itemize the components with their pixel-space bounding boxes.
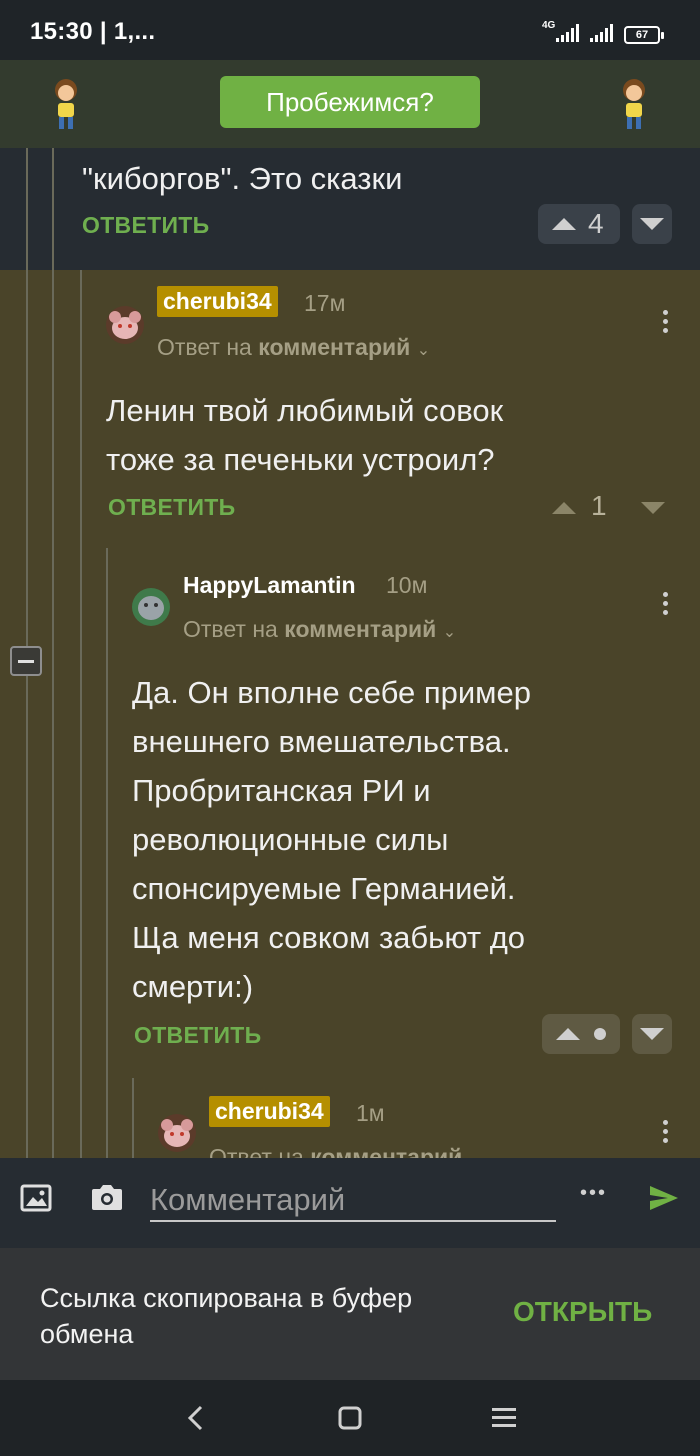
comment-text-line: Ща меня совком забьют до: [132, 920, 526, 955]
upvote-icon: [552, 218, 576, 230]
comment-text-line: спонсируемые Германией.: [132, 871, 516, 906]
reply-to-prefix: Ответ на: [183, 616, 278, 642]
reply-to-line[interactable]: Ответ на комментарий ⌄: [157, 334, 430, 361]
snackbar: Ссылка скопирована в буфер обмена ОТКРЫТ…: [0, 1248, 700, 1380]
thread-line[interactable]: [132, 1078, 134, 1158]
more-icon[interactable]: •••: [580, 1182, 607, 1205]
reply-button[interactable]: ОТВЕТИТЬ: [108, 494, 235, 521]
comment-text-line: Да. Он вполне себе пример: [132, 675, 531, 710]
chevron-down-icon: ⌄: [416, 342, 431, 359]
camera-icon[interactable]: [90, 1182, 124, 1212]
send-icon[interactable]: [648, 1184, 680, 1212]
downvote-icon[interactable]: [641, 502, 665, 514]
comments-feed[interactable]: "киборгов". Это сказки ОТВЕТИТЬ 4 cherub…: [0, 148, 700, 1158]
vote-score: 4: [588, 208, 604, 239]
avatar[interactable]: [106, 306, 144, 344]
reply-to-line[interactable]: Ответ на комментарий: [209, 1144, 462, 1158]
signal-icon-2: [590, 24, 613, 42]
app-top-bar: Пробежимся?: [0, 60, 700, 148]
rat-avatar-icon: [158, 1114, 196, 1152]
username-badge[interactable]: cherubi34: [157, 286, 278, 317]
more-options-icon[interactable]: [663, 310, 669, 337]
signal-icon: [556, 24, 579, 42]
thread-line[interactable]: [106, 548, 108, 1158]
comment-input-bar: •••: [0, 1158, 700, 1248]
rat-avatar-icon: [106, 306, 144, 344]
comment-text-line: тоже за печеньки устроил?: [106, 442, 495, 477]
network-type: 4G: [542, 20, 556, 31]
comment-text-line: Ленин твой любимый совок: [106, 393, 504, 428]
comment-input[interactable]: [150, 1180, 556, 1222]
reply-button[interactable]: ОТВЕТИТЬ: [82, 212, 209, 239]
run-button[interactable]: Пробежимся?: [220, 76, 480, 128]
status-time: 15:30 | 1,...: [30, 18, 156, 45]
thread-line[interactable]: [52, 148, 54, 1158]
collapse-thread-button[interactable]: [10, 646, 42, 676]
comment-time: 1м: [356, 1100, 385, 1126]
snackbar-message: Ссылка скопирована в буфер обмена: [40, 1283, 413, 1349]
recents-icon[interactable]: [490, 1406, 518, 1430]
avatar[interactable]: [158, 1114, 196, 1152]
back-icon[interactable]: [184, 1404, 208, 1432]
comment-time: 17м: [304, 290, 346, 316]
downvote-button[interactable]: [632, 1014, 672, 1054]
username-badge[interactable]: cherubi34: [209, 1096, 330, 1127]
system-nav-bar: [0, 1380, 700, 1456]
image-icon[interactable]: [20, 1184, 52, 1212]
chevron-down-icon: ⌄: [442, 624, 457, 641]
reply-to-prefix: Ответ на: [157, 334, 252, 360]
manatee-avatar-icon: [132, 588, 170, 626]
reply-to-link[interactable]: комментарий: [258, 334, 410, 360]
upvote-button[interactable]: [542, 1014, 620, 1054]
upvote-icon[interactable]: [552, 502, 576, 514]
status-bar: 15:30 | 1,... 4G 67: [0, 0, 700, 60]
thread-line[interactable]: [80, 270, 82, 1158]
comment-text-line: Пробританская РИ и: [132, 773, 431, 808]
reply-button[interactable]: ОТВЕТИТЬ: [134, 1022, 261, 1049]
username[interactable]: HappyLamantin: [183, 572, 356, 599]
battery-icon: 67: [624, 26, 664, 44]
reply-to-prefix: Ответ на: [209, 1144, 304, 1158]
comment-time: 10м: [386, 572, 428, 598]
reply-to-link[interactable]: комментарий: [310, 1144, 462, 1158]
comment-text-line: революционные силы: [132, 822, 449, 857]
avatar[interactable]: [132, 588, 170, 626]
vote-score: 1: [591, 490, 607, 521]
mascot-icon-right[interactable]: [614, 76, 654, 132]
reply-to-link[interactable]: комментарий: [284, 616, 436, 642]
downvote-button[interactable]: [632, 204, 672, 244]
snackbar-open-button[interactable]: ОТКРЫТЬ: [513, 1296, 652, 1328]
reply-to-line[interactable]: Ответ на комментарий ⌄: [183, 616, 456, 643]
downvote-icon: [640, 1028, 664, 1040]
upvote-icon: [556, 1028, 580, 1040]
more-options-icon[interactable]: [663, 1120, 669, 1147]
home-icon[interactable]: [336, 1404, 364, 1432]
more-options-icon[interactable]: [663, 592, 669, 619]
score-dot-icon: [594, 1028, 606, 1040]
comment-text: "киборгов". Это сказки: [82, 161, 403, 196]
comment-text-line: внешнего вмешательства.: [132, 724, 511, 759]
comment-text-line: смерти:): [132, 969, 254, 1004]
mascot-icon-left[interactable]: [46, 76, 86, 132]
upvote-button[interactable]: 4: [538, 204, 620, 244]
downvote-icon: [640, 218, 664, 230]
